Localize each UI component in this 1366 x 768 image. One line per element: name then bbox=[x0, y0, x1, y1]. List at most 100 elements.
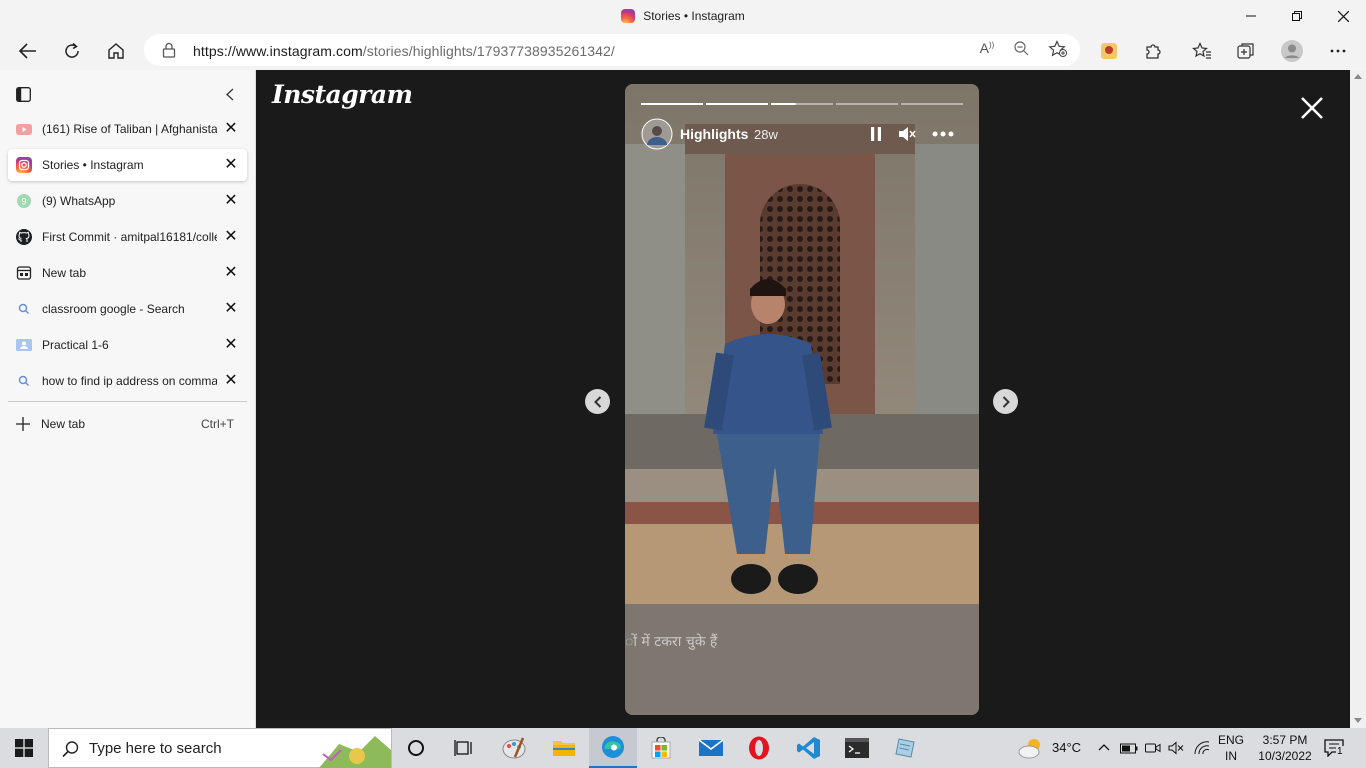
home-button[interactable] bbox=[99, 34, 133, 68]
file-explorer-app[interactable] bbox=[540, 728, 588, 768]
tab-item[interactable]: how to find ip address on comma ✕ bbox=[8, 365, 247, 397]
tab-label: (9) WhatsApp bbox=[42, 194, 116, 208]
zoom-out-icon[interactable] bbox=[1010, 40, 1032, 60]
new-tab-label: New tab bbox=[41, 417, 86, 431]
new-tab-button[interactable]: New tab Ctrl+T bbox=[8, 409, 247, 439]
tab-item[interactable]: Practical 1-6 ✕ bbox=[8, 329, 247, 361]
store-bag-icon bbox=[651, 737, 671, 759]
battery-icon[interactable] bbox=[1120, 741, 1138, 755]
tab-label: First Commit · amitpal16181/colle bbox=[42, 230, 217, 244]
paint-app[interactable] bbox=[490, 728, 538, 768]
more-dots-icon bbox=[1330, 49, 1346, 53]
tab-item[interactable]: classroom google - Search ✕ bbox=[8, 293, 247, 325]
minimize-button[interactable] bbox=[1228, 0, 1274, 32]
vscode-icon bbox=[797, 737, 820, 759]
extension-button[interactable] bbox=[1092, 34, 1126, 68]
instagram-logo[interactable]: Instagram bbox=[272, 80, 413, 109]
tab-label: how to find ip address on comma bbox=[42, 374, 217, 388]
vscode-app[interactable] bbox=[785, 728, 833, 768]
tab-label: Stories • Instagram bbox=[42, 158, 144, 172]
notification-center-button[interactable]: 1 bbox=[1324, 739, 1346, 759]
close-tab-icon[interactable]: ✕ bbox=[221, 155, 241, 175]
restore-icon bbox=[1292, 11, 1302, 21]
edge-app-active[interactable] bbox=[589, 728, 637, 768]
extensions-button[interactable] bbox=[1136, 34, 1170, 68]
task-view-button[interactable] bbox=[440, 728, 488, 768]
opera-icon bbox=[749, 736, 769, 760]
clock[interactable]: 3:57 PM 10/3/2022 bbox=[1252, 732, 1318, 764]
close-tab-icon[interactable]: ✕ bbox=[221, 119, 241, 139]
weather-temperature[interactable]: 34°C bbox=[1052, 740, 1081, 756]
windows-logo-icon bbox=[15, 739, 33, 757]
story-viewer: Instagram Highlights 28w ों में टकरा चुक… bbox=[256, 70, 1350, 728]
meet-now-camera-icon[interactable] bbox=[1145, 741, 1161, 755]
close-tab-icon[interactable]: ✕ bbox=[221, 335, 241, 355]
story-header: Highlights 28w bbox=[641, 118, 963, 150]
divider bbox=[8, 401, 247, 402]
close-story-icon[interactable] bbox=[1300, 96, 1324, 120]
mail-envelope-icon bbox=[699, 739, 723, 756]
scroll-down-arrow-icon[interactable] bbox=[1354, 718, 1362, 723]
show-hidden-icons-chevron-icon[interactable] bbox=[1098, 743, 1110, 752]
close-tab-icon[interactable]: ✕ bbox=[221, 371, 241, 391]
next-story-button[interactable] bbox=[993, 389, 1018, 414]
settings-more-button[interactable] bbox=[1321, 34, 1355, 68]
more-options-icon[interactable] bbox=[932, 131, 954, 137]
taskbar: Type here to search 34°C ENG IN 3:57 PM … bbox=[0, 728, 1366, 768]
restore-button[interactable] bbox=[1274, 0, 1320, 32]
tab-item[interactable]: 9 (9) WhatsApp ✕ bbox=[8, 185, 247, 217]
terminal-app[interactable] bbox=[833, 728, 881, 768]
collapse-pane-icon[interactable] bbox=[225, 88, 234, 101]
close-icon bbox=[1337, 10, 1349, 22]
mail-app[interactable] bbox=[687, 728, 735, 768]
search-highlight-illustration bbox=[319, 736, 391, 768]
volume-muted-icon[interactable] bbox=[1168, 741, 1184, 755]
address-bar[interactable]: https://www.instagram.com/stories/highli… bbox=[144, 34, 1080, 66]
pause-icon[interactable] bbox=[869, 126, 883, 142]
refresh-button[interactable] bbox=[55, 34, 89, 68]
tab-item[interactable]: First Commit · amitpal16181/colle ✕ bbox=[8, 221, 247, 253]
tab-actions-icon[interactable] bbox=[16, 87, 31, 102]
page-scrollbar[interactable] bbox=[1350, 70, 1366, 728]
store-app[interactable] bbox=[637, 728, 685, 768]
story-username[interactable]: Highlights bbox=[680, 126, 748, 142]
tab-item[interactable]: New tab ✕ bbox=[8, 257, 247, 289]
close-tab-icon[interactable]: ✕ bbox=[221, 227, 241, 247]
favorites-button[interactable] bbox=[1185, 34, 1219, 68]
svg-text:9: 9 bbox=[21, 197, 26, 207]
scroll-up-arrow-icon[interactable] bbox=[1354, 74, 1362, 79]
story-card[interactable]: Highlights 28w ों में टकरा चुके हैं bbox=[625, 84, 979, 715]
start-button[interactable] bbox=[0, 728, 48, 768]
collections-button[interactable] bbox=[1229, 34, 1263, 68]
cortana-button[interactable] bbox=[392, 728, 440, 768]
weather-cloud-sun-icon[interactable] bbox=[1018, 736, 1046, 760]
notes-app[interactable] bbox=[881, 728, 929, 768]
language-code: ENG bbox=[1217, 733, 1244, 747]
taskbar-search-box[interactable]: Type here to search bbox=[48, 728, 392, 768]
edge-icon bbox=[602, 736, 624, 758]
tab-item[interactable]: (161) Rise of Taliban | Afghanistan ✕ bbox=[8, 113, 247, 145]
close-tab-icon[interactable]: ✕ bbox=[221, 263, 241, 283]
progress-fill-3 bbox=[771, 103, 796, 105]
tab-item-active[interactable]: Stories • Instagram ✕ bbox=[8, 149, 247, 181]
avatar[interactable] bbox=[641, 118, 673, 150]
back-button[interactable] bbox=[11, 34, 45, 68]
photo-caption-text: ों में टकरा चुके हैं bbox=[625, 634, 718, 650]
close-window-button[interactable] bbox=[1320, 0, 1366, 32]
url-text[interactable]: https://www.instagram.com/stories/highli… bbox=[193, 43, 615, 59]
lock-icon[interactable] bbox=[162, 42, 176, 58]
add-favorite-icon[interactable] bbox=[1047, 40, 1069, 60]
read-aloud-icon[interactable]: A)) bbox=[976, 40, 998, 60]
close-tab-icon[interactable]: ✕ bbox=[221, 191, 241, 211]
network-icon[interactable] bbox=[1194, 741, 1210, 755]
favorites-icon bbox=[1192, 42, 1211, 59]
close-tab-icon[interactable]: ✕ bbox=[221, 299, 241, 319]
opera-app[interactable] bbox=[735, 728, 783, 768]
new-tab-shortcut: Ctrl+T bbox=[201, 417, 234, 431]
previous-story-button[interactable] bbox=[585, 389, 610, 414]
muted-speaker-icon[interactable] bbox=[898, 126, 916, 142]
plus-icon bbox=[16, 417, 30, 431]
cortana-circle-icon bbox=[408, 740, 424, 756]
input-language[interactable]: ENG IN bbox=[1214, 732, 1248, 764]
profile-button[interactable] bbox=[1275, 34, 1309, 68]
